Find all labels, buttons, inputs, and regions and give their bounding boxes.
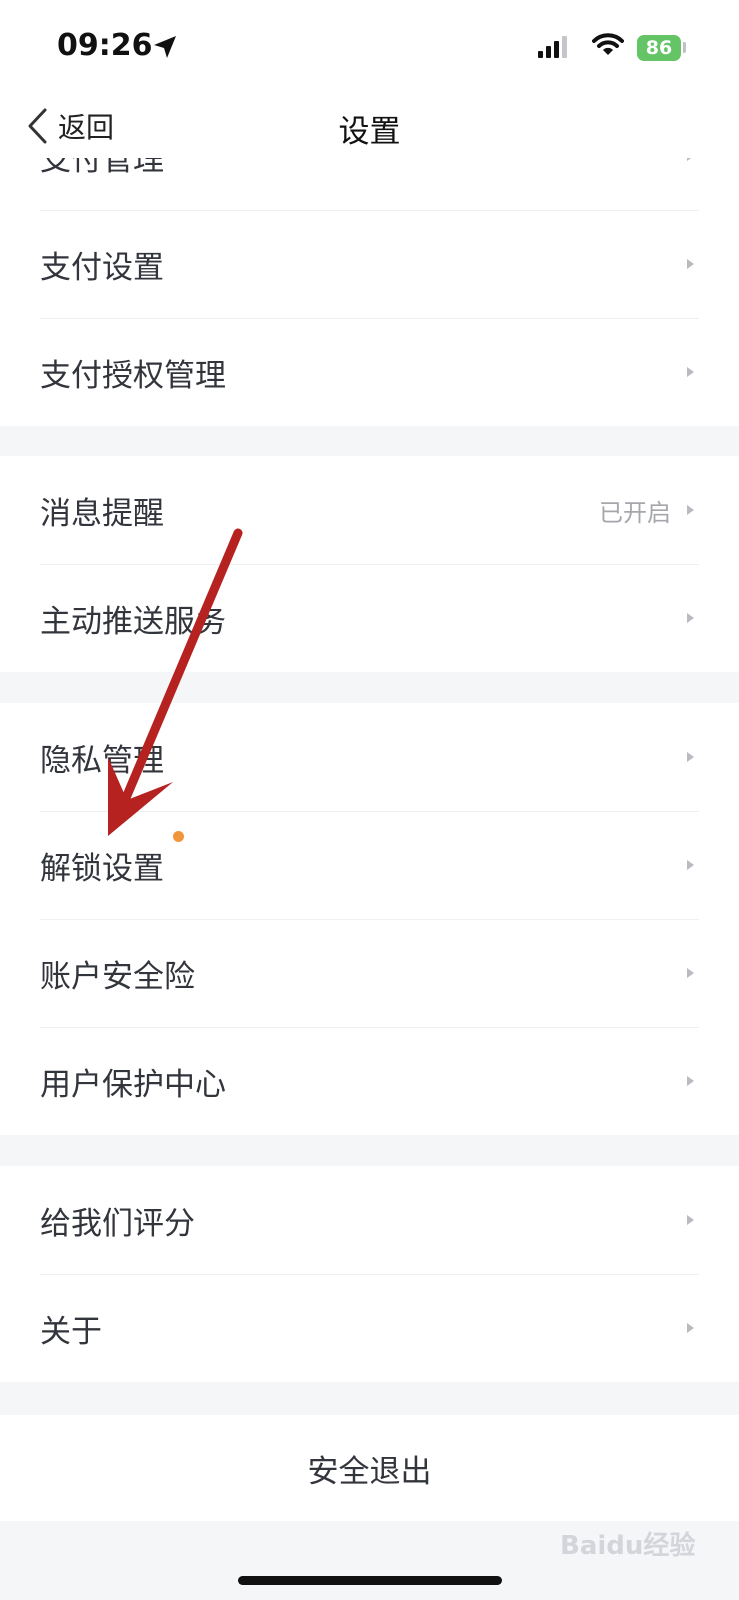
settings-row[interactable]: 支付授权管理 — [0, 318, 739, 426]
chevron-right-icon — [687, 613, 694, 623]
home-indicator[interactable] — [238, 1576, 502, 1585]
logout-button[interactable]: 安全退出 — [0, 1415, 739, 1521]
chevron-right-icon — [687, 968, 694, 978]
row-label: 账户安全险 — [40, 958, 195, 995]
row-value: 已开启 — [599, 498, 671, 527]
settings-row[interactable]: 给我们评分 — [0, 1166, 739, 1274]
settings-row-unlock[interactable]: 解锁设置 — [0, 811, 739, 919]
row-label: 给我们评分 — [40, 1205, 195, 1242]
row-label: 用户保护中心 — [40, 1066, 226, 1103]
chevron-right-icon — [687, 505, 694, 515]
chevron-right-icon — [687, 1076, 694, 1086]
notification-dot — [173, 831, 184, 842]
row-label: 解锁设置 — [40, 850, 164, 887]
battery-level: 86 — [645, 37, 673, 59]
battery-charging-icon: 86 — [637, 35, 681, 61]
signal-icon — [538, 36, 567, 58]
settings-row[interactable]: 账户安全险 — [0, 919, 739, 1027]
status-time: 09:26 — [57, 28, 153, 63]
row-label: 支付设置 — [40, 249, 164, 286]
row-label: 消息提醒 — [40, 495, 164, 532]
battery-tip — [683, 42, 686, 53]
logout-label: 安全退出 — [307, 1453, 432, 1490]
row-label: 关于 — [40, 1313, 102, 1350]
row-label: 隐私管理 — [40, 742, 164, 779]
location-arrow-icon — [154, 36, 176, 58]
status-bar: 09:26 86 — [0, 0, 739, 100]
row-label: 支付授权管理 — [40, 357, 226, 394]
notification-group: 消息提醒 已开启 主动推送服务 — [0, 456, 739, 672]
navigation-bar-overlay: 返回 设置 — [0, 100, 739, 158]
watermark: Baidu经验 — [560, 1531, 696, 1561]
chevron-right-icon — [687, 1323, 694, 1333]
chevron-right-icon — [687, 860, 694, 870]
row-label: 主动推送服务 — [40, 603, 226, 640]
about-group: 给我们评分 关于 — [0, 1166, 739, 1382]
chevron-right-icon — [687, 259, 694, 269]
settings-row[interactable]: 关于 — [0, 1274, 739, 1382]
chevron-right-icon — [687, 752, 694, 762]
settings-row[interactable]: 隐私管理 — [0, 703, 739, 811]
security-group: 隐私管理 解锁设置 账户安全险 用户保护中心 — [0, 703, 739, 1135]
page-title: 设置 — [338, 114, 401, 150]
settings-row[interactable]: 用户保护中心 — [0, 1027, 739, 1135]
settings-row[interactable]: 主动推送服务 — [0, 564, 739, 672]
settings-row[interactable]: 消息提醒 已开启 — [0, 456, 739, 564]
wifi-icon — [592, 33, 624, 55]
settings-row[interactable]: 支付设置 — [0, 210, 739, 318]
chevron-right-icon — [687, 1215, 694, 1225]
chevron-right-icon — [687, 367, 694, 377]
